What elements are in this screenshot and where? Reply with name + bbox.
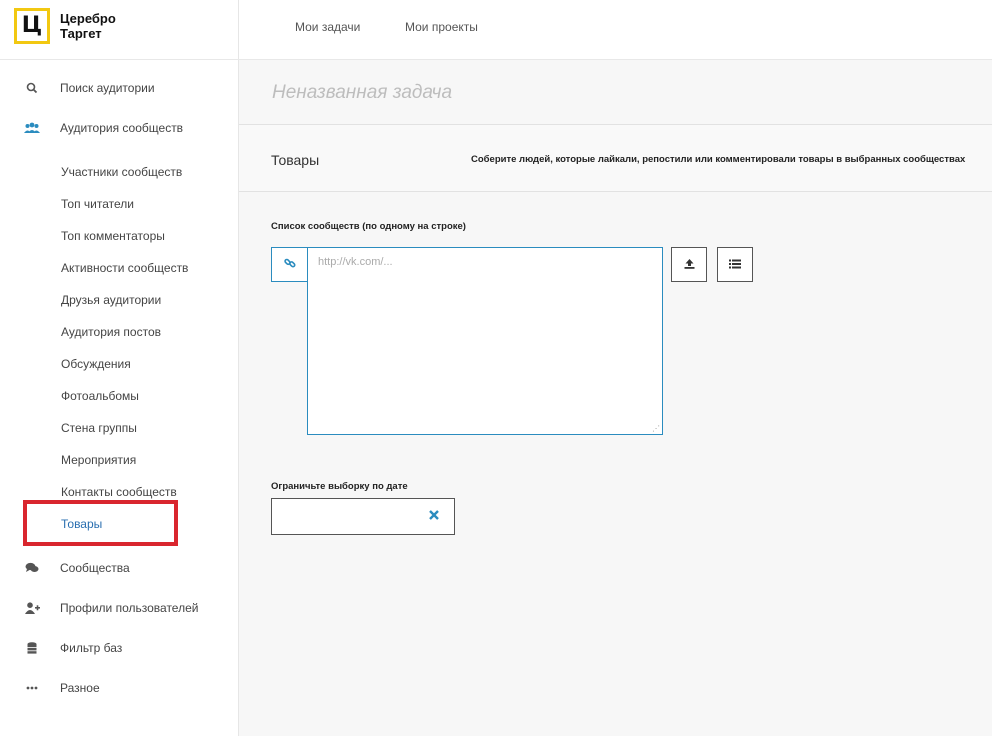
sidebar-subitem-events[interactable]: Мероприятия bbox=[61, 452, 136, 468]
sidebar: Ц Церебро Таргет Поиск аудитории Аудитор… bbox=[0, 0, 239, 736]
highlight-box bbox=[23, 500, 178, 546]
link-button[interactable] bbox=[271, 247, 308, 282]
list-icon bbox=[729, 256, 741, 274]
upload-icon bbox=[684, 256, 695, 274]
logo[interactable]: Ц Церебро Таргет bbox=[0, 0, 239, 60]
comments-icon bbox=[24, 560, 40, 576]
user-plus-icon bbox=[24, 600, 40, 616]
sidebar-subitem-top-commenters[interactable]: Топ комментаторы bbox=[61, 228, 165, 244]
resize-grip-icon[interactable]: ⋰ bbox=[652, 424, 660, 433]
sidebar-item-label: Фильтр баз bbox=[60, 641, 123, 655]
ellipsis-icon bbox=[24, 680, 40, 696]
sidebar-item-label: Поиск аудитории bbox=[60, 81, 155, 95]
tab-my-projects[interactable]: Мои проекты bbox=[405, 20, 478, 34]
link-icon bbox=[283, 256, 296, 274]
sidebar-subitem-discussions[interactable]: Обсуждения bbox=[61, 356, 131, 372]
sidebar-subitem-community-contacts[interactable]: Контакты сообществ bbox=[61, 484, 177, 500]
section-header: Товары Соберите людей, которые лайкали, … bbox=[239, 125, 992, 192]
communities-label: Список сообществ (по одному на строке) bbox=[271, 221, 466, 232]
logo-line1: Церебро bbox=[60, 11, 116, 26]
logo-letter: Ц bbox=[17, 11, 47, 41]
upload-button[interactable] bbox=[671, 247, 707, 282]
sidebar-subitem-group-wall[interactable]: Стена группы bbox=[61, 420, 137, 436]
users-icon bbox=[24, 120, 40, 136]
sidebar-subitem-top-readers[interactable]: Топ читатели bbox=[61, 196, 134, 212]
sidebar-item-label: Профили пользователей bbox=[60, 601, 199, 615]
sidebar-subitem-post-audience[interactable]: Аудитория постов bbox=[61, 324, 161, 340]
section-title: Товары bbox=[271, 152, 320, 168]
section-description: Соберите людей, которые лайкали, репости… bbox=[471, 154, 966, 165]
sidebar-item-community-audience[interactable]: Аудитория сообществ bbox=[0, 108, 238, 148]
sidebar-subitem-audience-friends[interactable]: Друзья аудитории bbox=[61, 292, 161, 308]
communities-placeholder: http://vk.com/... bbox=[318, 256, 393, 268]
logo-text: Церебро Таргет bbox=[60, 11, 116, 41]
date-range-input[interactable] bbox=[271, 498, 455, 535]
clear-icon[interactable] bbox=[428, 508, 440, 527]
sidebar-item-label: Аудитория сообществ bbox=[60, 121, 184, 135]
sidebar-item-communities[interactable]: Сообщества bbox=[0, 548, 238, 588]
sidebar-item-label: Разное bbox=[60, 681, 100, 695]
sidebar-item-search-audience[interactable]: Поиск аудитории bbox=[0, 68, 238, 108]
logo-line2: Таргет bbox=[60, 26, 102, 41]
sidebar-subitem-community-activity[interactable]: Активности сообществ bbox=[61, 260, 188, 276]
database-icon bbox=[24, 640, 40, 656]
search-icon bbox=[24, 80, 40, 96]
logo-mark: Ц bbox=[14, 8, 50, 44]
list-button[interactable] bbox=[717, 247, 753, 282]
task-title[interactable]: Неназванная задача bbox=[272, 82, 452, 104]
sidebar-item-misc[interactable]: Разное bbox=[0, 668, 238, 708]
top-bar: Мои задачи Мои проекты bbox=[239, 0, 992, 60]
communities-textarea[interactable]: http://vk.com/... ⋰ bbox=[307, 247, 663, 435]
task-header: Неназванная задача bbox=[239, 60, 992, 125]
sidebar-item-label: Сообщества bbox=[60, 561, 130, 575]
date-label: Ограничьте выборку по дате bbox=[271, 481, 408, 492]
sidebar-subitem-photo-albums[interactable]: Фотоальбомы bbox=[61, 388, 139, 404]
sidebar-item-user-profiles[interactable]: Профили пользователей bbox=[0, 588, 238, 628]
sidebar-item-db-filter[interactable]: Фильтр баз bbox=[0, 628, 238, 668]
tab-my-tasks[interactable]: Мои задачи bbox=[295, 20, 360, 34]
sidebar-subitem-community-members[interactable]: Участники сообществ bbox=[61, 164, 182, 180]
